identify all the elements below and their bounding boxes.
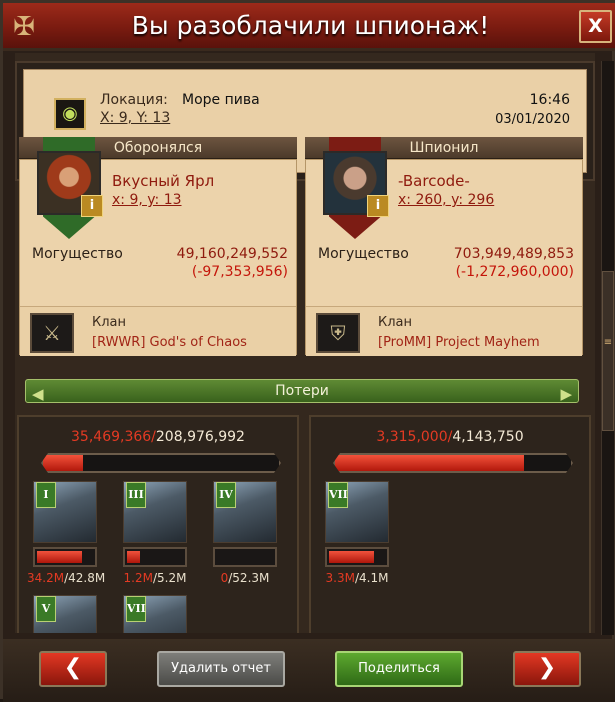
attacker-name: -Barcode-	[398, 172, 470, 190]
attacker-losses-panel: 3,315,000/4,143,750 VII 3.3M/4.1M	[309, 415, 591, 633]
shield-clan-icon: ⛨	[316, 313, 360, 353]
close-button[interactable]: X	[579, 10, 612, 43]
scroll-grip-icon: ≡	[603, 337, 613, 348]
attacker-losses-lost: 3,315,000/	[376, 429, 453, 445]
defender-unit-loss-bar	[123, 547, 187, 567]
defender-unit-loss-value: 1.2M/5.2M	[117, 571, 193, 585]
attacker-losses-bar-fill	[335, 455, 524, 471]
defender-coords-link[interactable]: x: 9, y: 13	[112, 192, 182, 208]
defender-losses-all: 208,976,992	[155, 429, 245, 445]
defender-unit-portrait[interactable]: V	[33, 595, 97, 633]
tier-badge: VII	[328, 482, 348, 508]
defender-might-delta: (-97,353,956)	[191, 264, 288, 280]
defender-losses-bar-fill	[43, 455, 83, 471]
defender-unit-loss-value: 34.2M/42.8M	[27, 571, 106, 585]
defender-losses-lost: 35,469,366/	[71, 429, 156, 445]
unit-total: /4.1M	[354, 571, 389, 585]
defender-clan-label: Клан	[92, 315, 127, 330]
defender-losses-total: 35,469,366/208,976,992	[19, 429, 297, 445]
ornament-left-icon: ◀	[32, 385, 44, 403]
unit-total: /52.3M	[228, 571, 270, 585]
attacker-info-button[interactable]: i	[367, 195, 389, 217]
attacker-clan-row[interactable]: ⛨ Клан [ProMM] Project Mayhem	[306, 306, 582, 356]
location-label: Локация:	[100, 92, 168, 108]
defender-might-value: 49,160,249,552	[176, 246, 288, 262]
delete-report-button[interactable]: Удалить отчет	[157, 651, 285, 687]
defender-unit-loss-bar-fill	[127, 551, 140, 563]
defender-clan-row[interactable]: ⚔ Клан [RWWR] God's of Chaos	[20, 306, 296, 356]
report-window: ✠ Вы разоблачили шпионаж! X ◉ Локация: М…	[0, 0, 615, 702]
attacker-might-delta: (-1,272,960,000)	[455, 264, 574, 280]
defender-unit-portrait[interactable]: VII	[123, 595, 187, 633]
attacker-clan-name: [ProMM] Project Mayhem	[378, 335, 540, 350]
unit-lost: 34.2M	[27, 571, 65, 585]
location-coords-link[interactable]: X: 9, Y: 13	[100, 110, 170, 126]
attacker-losses-all: 4,143,750	[452, 429, 524, 445]
unit-lost: 1.2M	[123, 571, 153, 585]
attacker-unit-portrait[interactable]: VII	[325, 481, 389, 543]
losses-title: Потери	[275, 383, 329, 399]
report-time: 16:46	[529, 92, 570, 108]
defender-unit-loss-bar	[33, 547, 97, 567]
attacker-losses-bar	[333, 453, 573, 473]
page-title: Вы разоблачили шпионаж!	[131, 11, 490, 40]
unit-lost: 3.3M	[325, 571, 355, 585]
defender-unit-loss-value: 0/52.3M	[207, 571, 283, 585]
tier-badge: I	[36, 482, 56, 508]
scrollbar[interactable]: ≡	[601, 61, 614, 635]
attacker-clan-label: Клан	[378, 315, 413, 330]
attacker-panel: Шпионил -Barcode- x: 260, y: 296 Могущес…	[305, 137, 583, 357]
unit-total: /5.2M	[152, 571, 187, 585]
defender-unit-portrait[interactable]: IV	[213, 481, 277, 543]
defender-clan-name: [RWWR] God's of Chaos	[92, 335, 247, 350]
defender-losses-panel: 35,469,366/208,976,992 I 34.2M/42.8M III 1.…	[17, 415, 299, 633]
tier-badge: VII	[126, 596, 146, 622]
attacker-coords-link[interactable]: x: 260, y: 296	[398, 192, 494, 208]
attacker-unit-loss-bar-fill	[329, 551, 374, 563]
tier-badge: IV	[216, 482, 236, 508]
defender-panel: Оборонялся Вкусный Ярл x: 9, y: 13 Могущ…	[19, 137, 297, 357]
defender-name: Вкусный Ярл	[112, 172, 215, 190]
next-report-button[interactable]: ❯	[513, 651, 581, 687]
defender-unit-portrait[interactable]: I	[33, 481, 97, 543]
attacker-unit-loss-value: 3.3M/4.1M	[319, 571, 395, 585]
crossed-swords-clan-icon: ⚔	[30, 313, 74, 353]
attacker-might-value: 703,949,489,853	[453, 246, 574, 262]
previous-report-button[interactable]: ❮	[39, 651, 107, 687]
attacker-might-label: Могущество	[318, 246, 409, 262]
defender-unit-portrait[interactable]: III	[123, 481, 187, 543]
losses-header: ◀ Потери ▶	[25, 379, 579, 403]
report-content: ◉ Локация: Море пива X: 9, Y: 13 16:46 0…	[15, 53, 595, 633]
defender-unit-loss-bar-fill	[37, 551, 82, 563]
spy-eye-icon: ◉	[54, 98, 86, 130]
defender-unit-loss-bar	[213, 547, 277, 567]
tier-badge: III	[126, 482, 146, 508]
defender-might-label: Могущество	[32, 246, 123, 262]
tier-badge: V	[36, 596, 56, 622]
unit-total: /42.8M	[64, 571, 106, 585]
attacker-losses-total: 3,315,000/4,143,750	[311, 429, 589, 445]
defender-losses-bar	[41, 453, 281, 473]
title-bar: ✠ Вы разоблачили шпионаж! X	[3, 3, 615, 51]
share-button[interactable]: Поделиться	[335, 651, 463, 687]
ornament-right-icon: ▶	[560, 385, 572, 403]
location-name: Море пива	[182, 92, 260, 108]
attacker-unit-loss-bar	[325, 547, 389, 567]
report-date: 03/01/2020	[495, 112, 570, 127]
defender-info-button[interactable]: i	[81, 195, 103, 217]
scrollbar-thumb[interactable]	[602, 271, 614, 431]
